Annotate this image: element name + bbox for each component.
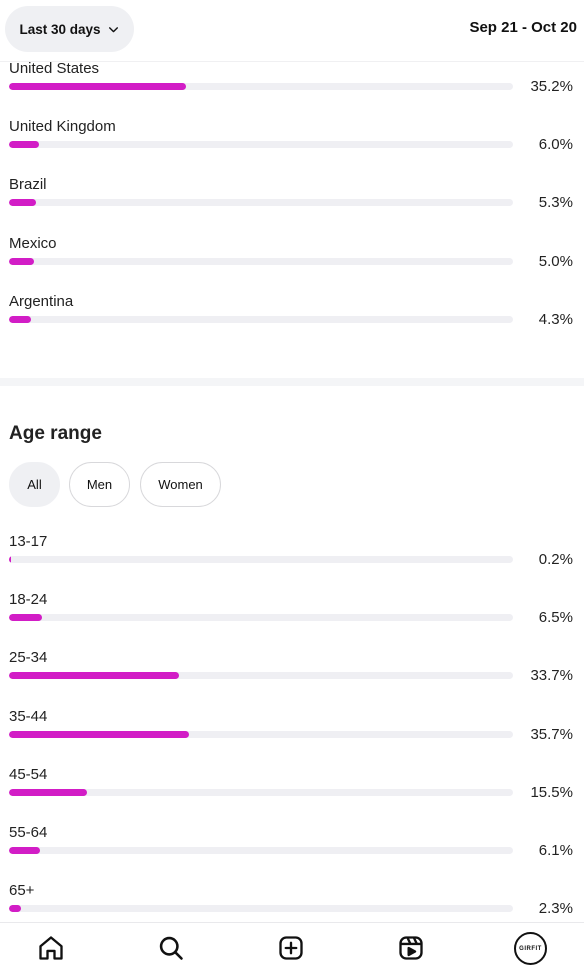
top-bar: Last 30 days Sep 21 - Oct 20 [0, 0, 584, 62]
bar-track [9, 672, 513, 679]
age-row: 25-34 33.7% [0, 649, 584, 707]
age-label: 18-24 [9, 591, 48, 608]
bar-fill [9, 258, 35, 265]
percent-value: 4.3% [538, 311, 573, 328]
percent-value: 6.5% [538, 609, 573, 626]
filter-chip-all[interactable]: All [9, 462, 60, 507]
age-label: 55-64 [9, 824, 48, 841]
bar-fill [9, 556, 11, 563]
percent-value: 5.0% [538, 253, 573, 270]
country-label: Mexico [9, 235, 57, 252]
bar-fill [9, 141, 40, 148]
bar-fill [9, 199, 36, 206]
profile-avatar[interactable]: GIRFIT [514, 932, 547, 965]
bar-track [9, 847, 513, 854]
country-row: United Kingdom 6.0% [0, 118, 584, 176]
section-divider [0, 378, 584, 386]
search-icon[interactable] [156, 933, 186, 963]
percent-value: 35.7% [530, 726, 573, 743]
bar-track [9, 556, 513, 563]
age-label: 13-17 [9, 533, 48, 550]
bar-track [9, 141, 513, 148]
country-label: United States [9, 60, 100, 77]
avatar-text: GIRFIT [519, 945, 542, 952]
bar-fill [9, 789, 88, 796]
bar-track [9, 789, 513, 796]
country-row: Brazil 5.3% [0, 176, 584, 234]
bar-fill [9, 316, 31, 323]
age-label: 65+ [9, 882, 35, 899]
bar-fill [9, 83, 187, 90]
bar-track [9, 199, 513, 206]
age-label: 25-34 [9, 649, 48, 666]
percent-value: 15.5% [530, 784, 573, 801]
bar-track [9, 83, 513, 90]
bar-fill [9, 731, 189, 738]
date-range-text: Sep 21 - Oct 20 [469, 19, 577, 36]
percent-value: 5.3% [538, 194, 573, 211]
age-label: 45-54 [9, 766, 48, 783]
percent-value: 6.0% [538, 136, 573, 153]
age-row: 13-17 0.2% [0, 533, 584, 591]
bar-track [9, 905, 513, 912]
bar-fill [9, 614, 42, 621]
age-row: 45-54 15.5% [0, 766, 584, 824]
bar-fill [9, 905, 21, 912]
bar-track [9, 614, 513, 621]
chevron-down-icon [108, 26, 118, 32]
reels-icon[interactable] [396, 933, 426, 963]
date-range-dropdown-label: Last 30 days [19, 21, 101, 37]
age-range-title: Age range [9, 423, 102, 444]
bar-track [9, 258, 513, 265]
filter-chip-women[interactable]: Women [140, 462, 221, 507]
age-row: 18-24 6.5% [0, 591, 584, 649]
percent-value: 6.1% [538, 842, 573, 859]
country-row: Mexico 5.0% [0, 235, 584, 293]
percent-value: 33.7% [530, 667, 573, 684]
bar-track [9, 731, 513, 738]
country-row: Argentina 4.3% [0, 293, 584, 351]
percent-value: 0.2% [538, 551, 573, 568]
bar-track [9, 316, 513, 323]
create-post-icon[interactable] [276, 933, 306, 963]
age-row: 55-64 6.1% [0, 824, 584, 882]
bottom-nav: GIRFIT [0, 922, 584, 966]
date-range-dropdown[interactable]: Last 30 days [5, 6, 134, 52]
country-label: United Kingdom [9, 118, 116, 135]
age-label: 35-44 [9, 708, 48, 725]
filter-chip-men[interactable]: Men [69, 462, 130, 507]
percent-value: 2.3% [538, 900, 573, 917]
bar-fill [9, 672, 179, 679]
country-row: United States 35.2% [0, 60, 584, 118]
bar-fill [9, 847, 40, 854]
percent-value: 35.2% [530, 78, 573, 95]
country-label: Argentina [9, 293, 74, 310]
country-label: Brazil [9, 176, 47, 193]
age-row: 35-44 35.7% [0, 708, 584, 766]
home-icon[interactable] [36, 933, 66, 963]
